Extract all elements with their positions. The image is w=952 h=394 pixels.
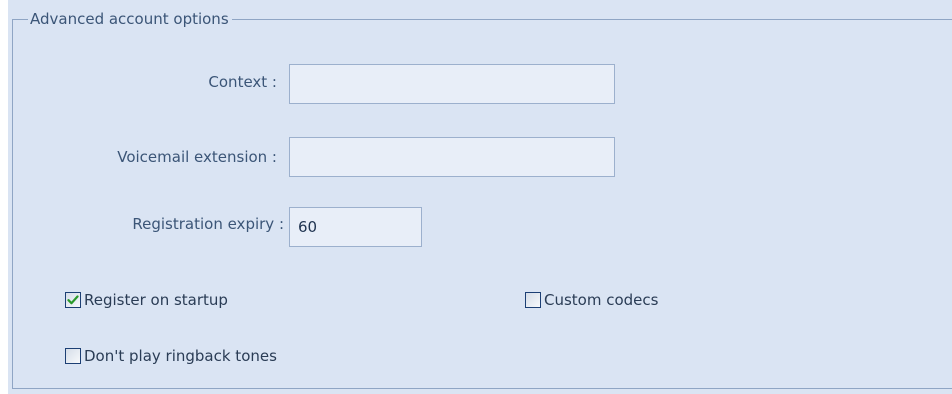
context-input[interactable] [289, 64, 615, 104]
dont-play-ringback-label: Don't play ringback tones [84, 347, 277, 365]
group-title: Advanced account options [28, 9, 232, 29]
voicemail-extension-label: Voicemail extension : [117, 148, 277, 166]
custom-codecs-option[interactable]: Custom codecs [525, 290, 658, 310]
checkmark-icon [67, 295, 79, 305]
register-on-startup-checkbox[interactable] [65, 292, 81, 308]
custom-codecs-label: Custom codecs [544, 291, 659, 309]
register-on-startup-label: Register on startup [84, 291, 228, 309]
dont-play-ringback-checkbox[interactable] [65, 348, 81, 364]
context-label: Context : [208, 73, 277, 91]
dont-play-ringback-option[interactable]: Don't play ringback tones [65, 346, 277, 366]
registration-expiry-label: Registration expiry : [132, 215, 284, 233]
voicemail-extension-input[interactable] [289, 137, 615, 177]
custom-codecs-checkbox[interactable] [525, 292, 541, 308]
registration-expiry-input[interactable] [289, 207, 422, 247]
register-on-startup-option[interactable]: Register on startup [65, 290, 228, 310]
